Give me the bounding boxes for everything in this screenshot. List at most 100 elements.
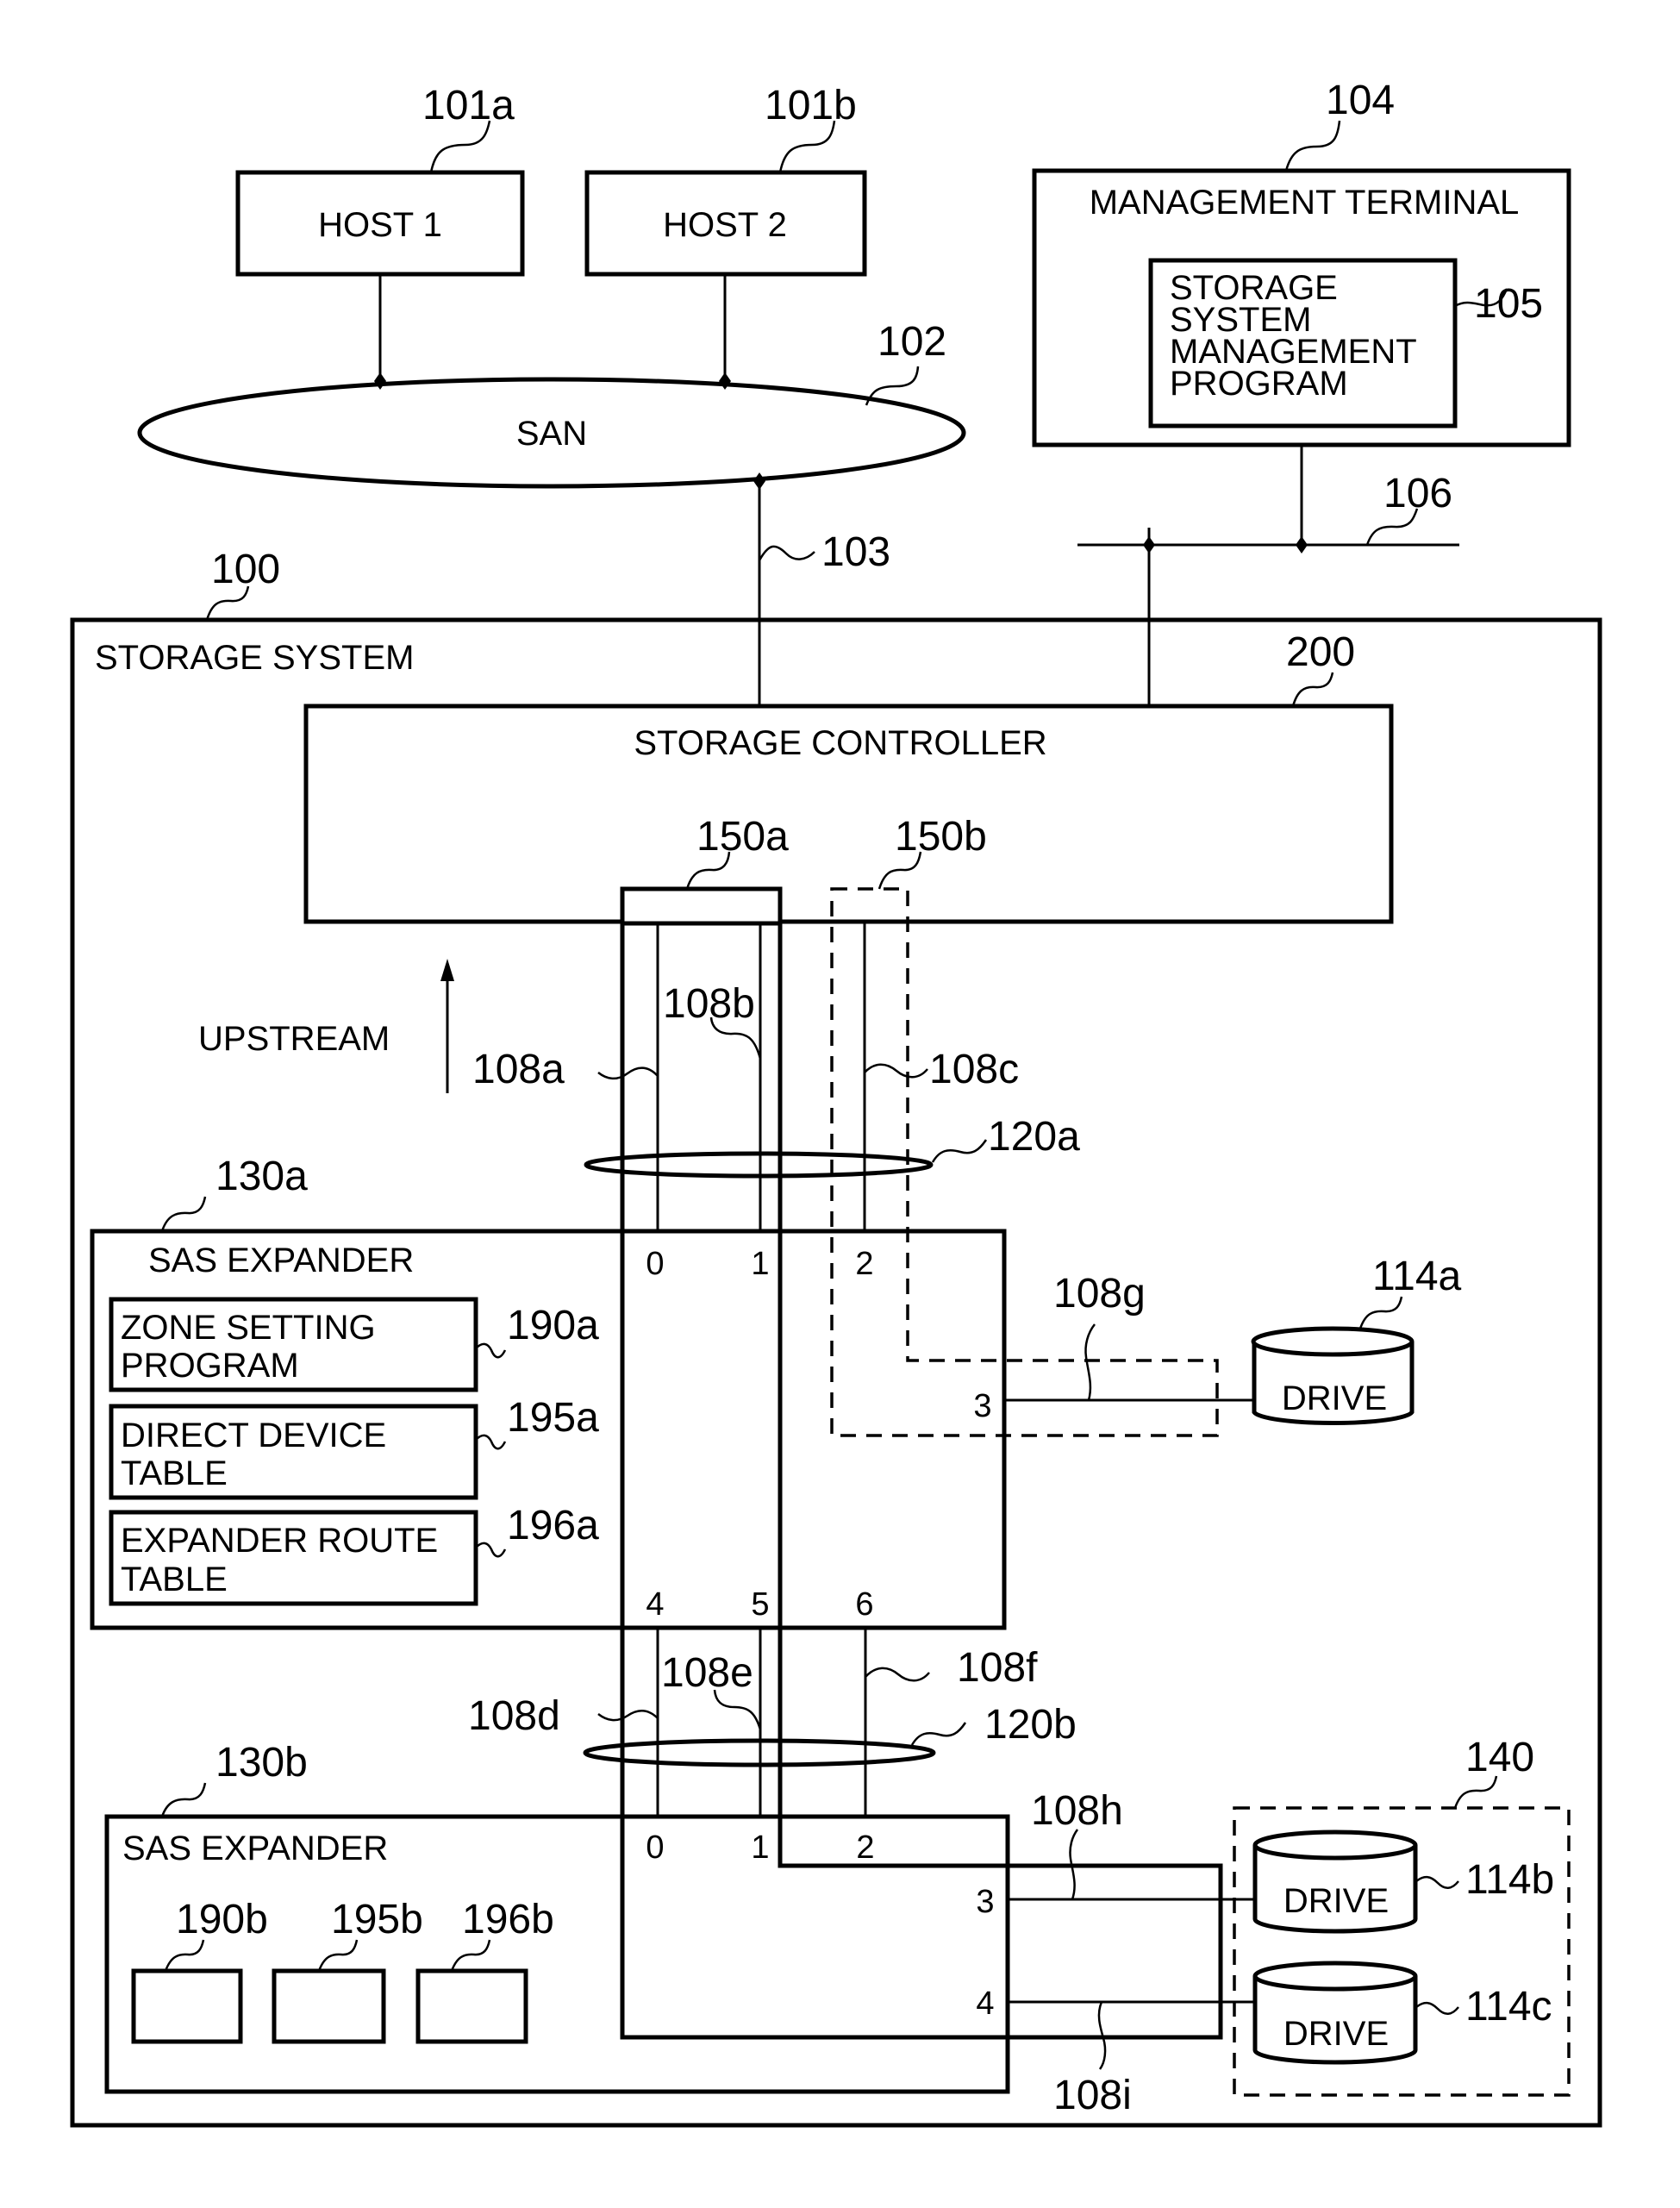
wide-port-120a: [584, 1151, 934, 1179]
leader-101a: [429, 120, 491, 173]
junction-dot: [374, 372, 386, 390]
ref-108d: 108d: [468, 1693, 560, 1739]
host-2-label: HOST 2: [663, 206, 787, 244]
leader-190a: [475, 1342, 507, 1359]
ref-108c: 108c: [929, 1047, 1019, 1092]
management-terminal-label: MANAGEMENT TERMINAL: [1090, 184, 1520, 222]
host-1: HOST 1: [235, 170, 525, 277]
ref-190a: 190a: [507, 1303, 599, 1348]
leader-195a: [475, 1434, 507, 1450]
storage-controller-label: STORAGE CONTROLLER: [634, 724, 1046, 762]
leader-101b: [778, 120, 836, 173]
ref-196b: 196b: [462, 1897, 554, 1942]
leader-130a: [160, 1196, 207, 1232]
leader-120b: [910, 1722, 967, 1746]
leader-120a: [931, 1139, 988, 1163]
junction-dot: [1296, 536, 1308, 554]
leader-195b: [317, 1939, 359, 1972]
module-line: EXPANDER ROUTE: [121, 1522, 438, 1560]
zone-b-boundary: [830, 887, 1219, 1437]
ref-108i: 108i: [1053, 2073, 1132, 2118]
module-line: DIRECT DEVICE: [121, 1417, 386, 1454]
ref-100: 100: [211, 547, 280, 592]
ref-101b: 101b: [765, 83, 857, 128]
ref-195a: 195a: [507, 1395, 599, 1441]
ref-114a: 114a: [1372, 1254, 1462, 1299]
storage-system-label: STORAGE SYSTEM: [95, 639, 414, 677]
drive-label: DRIVE: [1282, 1379, 1387, 1417]
initiator-port-150a: [620, 886, 783, 926]
up-arrow-icon: [440, 959, 454, 1093]
leader-108d: [597, 1710, 659, 1722]
port-label: 2: [856, 1830, 874, 1866]
drive-114c: DRIVE: [1252, 1961, 1418, 2065]
leader-114a: [1358, 1296, 1403, 1329]
ref-101a: 101a: [422, 83, 515, 128]
ref-150b: 150b: [895, 814, 987, 860]
port-label: 0: [646, 1246, 664, 1282]
leader-200: [1291, 672, 1334, 707]
zone-a-region-130b: [620, 1817, 1223, 2040]
ref-108e: 108e: [661, 1650, 753, 1696]
ref-108a: 108a: [472, 1047, 565, 1092]
module-line: TABLE: [121, 1454, 228, 1492]
ref-140: 140: [1465, 1735, 1534, 1780]
expander-route-table-box: [415, 1968, 528, 2044]
leader-196b: [450, 1939, 491, 1972]
ref-103: 103: [821, 529, 890, 575]
leader-130b: [160, 1782, 207, 1817]
leader-108a: [597, 1066, 659, 1080]
leader-103: [758, 545, 815, 561]
port-label: 1: [751, 1246, 769, 1282]
ref-108b: 108b: [663, 981, 755, 1027]
sas-expander-130a-label: SAS EXPANDER: [148, 1242, 414, 1279]
ref-105: 105: [1474, 281, 1543, 327]
drive-label: DRIVE: [1283, 1882, 1389, 1920]
module-line: ZONE SETTING: [121, 1309, 376, 1347]
ref-150a: 150a: [696, 814, 789, 860]
drive-top: [1252, 1961, 1418, 1992]
leader-108f: [865, 1667, 930, 1682]
leader-108c: [864, 1063, 928, 1079]
ref-114c: 114c: [1465, 1984, 1552, 2030]
ref-130a: 130a: [215, 1154, 308, 1199]
leader-104: [1284, 120, 1341, 172]
module-line: PROGRAM: [121, 1347, 299, 1385]
ref-130b: 130b: [215, 1740, 308, 1786]
ref-190b: 190b: [176, 1897, 268, 1942]
zone-setting-program-box: [131, 1968, 243, 2044]
port-label: 3: [976, 1884, 994, 1920]
leader-108g: [1084, 1323, 1096, 1401]
host-1-label: HOST 1: [318, 206, 442, 244]
leader-196a: [475, 1542, 507, 1558]
drive-114a: DRIVE: [1251, 1326, 1415, 1426]
leader-114c: [1415, 2001, 1459, 2015]
ref-106: 106: [1383, 471, 1452, 516]
storage-system-diagram: HOST 1 101a HOST 2 101b SAN 102 103 MANA…: [70, 78, 1602, 2128]
host-2: HOST 2: [584, 170, 867, 277]
drive-top: [1252, 1830, 1418, 1861]
ref-196a: 196a: [507, 1503, 599, 1548]
ref-108g: 108g: [1053, 1271, 1146, 1317]
ref-195b: 195b: [331, 1897, 423, 1942]
ref-120a: 120a: [988, 1114, 1080, 1160]
ref-120b: 120b: [984, 1702, 1077, 1748]
port-label: 4: [646, 1586, 664, 1623]
ref-102: 102: [877, 319, 946, 365]
leader-190b: [164, 1939, 205, 1972]
port-label: 1: [751, 1830, 769, 1866]
port-label: 0: [646, 1830, 664, 1866]
drive-label: DRIVE: [1283, 2015, 1389, 2053]
junction-dot: [719, 372, 731, 390]
san-label: SAN: [516, 415, 587, 453]
port-label: 4: [976, 1986, 994, 2022]
ref-108f: 108f: [957, 1645, 1038, 1691]
leader-114b: [1415, 1875, 1459, 1889]
port-label: 6: [855, 1586, 873, 1623]
port-label: 3: [973, 1388, 991, 1424]
sas-expander-130b-label: SAS EXPANDER: [122, 1830, 388, 1867]
drive-top: [1251, 1326, 1415, 1357]
upstream-label: UPSTREAM: [198, 1020, 390, 1058]
ref-104: 104: [1326, 78, 1395, 123]
drive-114b: DRIVE: [1252, 1830, 1418, 1934]
